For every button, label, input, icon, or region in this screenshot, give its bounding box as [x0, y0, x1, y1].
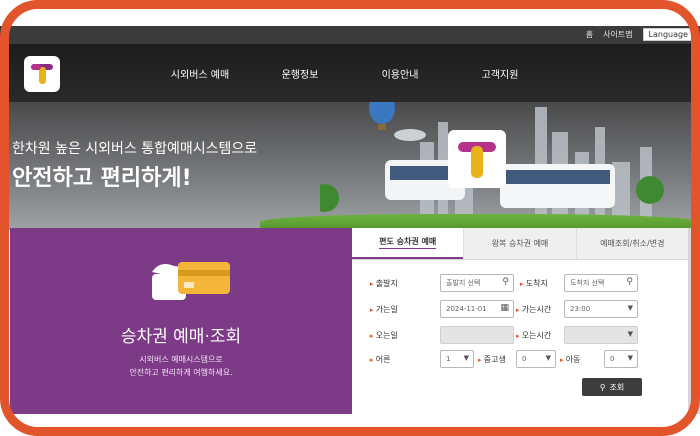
- arrival-placeholder: 도착지 선택: [570, 279, 605, 287]
- go-date-label: 가는일: [370, 304, 398, 315]
- sitemap-link[interactable]: 사이트맵: [603, 29, 632, 40]
- student-select[interactable]: 0 ▼: [516, 350, 556, 368]
- student-value: 0: [522, 355, 527, 363]
- adult-select[interactable]: 1 ▼: [440, 350, 474, 368]
- booking-tabs: 편도 승차권 예매 왕복 승차권 예매 예매조회/취소/변경: [352, 228, 688, 260]
- logo[interactable]: [24, 56, 60, 92]
- return-time-select[interactable]: ▼: [564, 326, 638, 344]
- tab-round-trip[interactable]: 왕복 승차권 예매: [463, 228, 575, 259]
- return-date-input[interactable]: [440, 326, 514, 344]
- child-select[interactable]: 0 ▼: [604, 350, 638, 368]
- go-time-label: 가는시간: [516, 304, 551, 315]
- ticket-card-icon: [152, 262, 230, 300]
- departure-placeholder: 출발지 선택: [446, 279, 481, 287]
- row-go: 가는일 2024-11-01 ▦ 가는시간 23:00 ▼: [352, 300, 688, 318]
- row-passengers: 어른 1 ▼ 중고생 0 ▼ 아동 0 ▼: [352, 350, 688, 368]
- hero-tagline: 한차원 높은 시외버스 통합예매시스템으로: [12, 141, 258, 157]
- nav-item-schedule[interactable]: 운행정보: [250, 66, 350, 81]
- chevron-down-icon: ▼: [627, 354, 633, 362]
- promo-title: 승차권 예매·조회: [120, 327, 242, 347]
- promo-subtitle-1: 시외버스 예매시스템으로: [139, 355, 223, 364]
- departure-label: 출발지: [370, 278, 398, 289]
- row-return: 오는일 오는시간 ▼: [352, 326, 688, 344]
- departure-input[interactable]: 출발지 선택 ⚲: [440, 274, 514, 292]
- promo-subtitle-2: 안전하고 편리하게 여행하세요.: [129, 368, 233, 377]
- nav-item-guide[interactable]: 이용안내: [350, 66, 450, 81]
- go-date-input[interactable]: 2024-11-01 ▦: [440, 300, 514, 318]
- promo-box: 승차권 예매·조회 시외버스 예매시스템으로 안전하고 편리하게 여행하세요.: [10, 228, 352, 414]
- search-icon: ⚲: [599, 382, 606, 392]
- nav-item-support[interactable]: 고객지원: [450, 66, 550, 81]
- language-select[interactable]: Language: [642, 28, 694, 41]
- chevron-down-icon: ▼: [627, 330, 633, 338]
- city-bus-illustration: [320, 102, 664, 222]
- search-icon: ⚲: [626, 277, 633, 287]
- child-value: 0: [610, 355, 615, 363]
- adult-value: 1: [446, 355, 451, 363]
- adult-label: 어른: [370, 354, 391, 365]
- t-logo-icon: [31, 64, 53, 84]
- tab-one-way[interactable]: 편도 승차권 예매: [352, 228, 464, 259]
- hero-banner: 한차원 높은 시외버스 통합예매시스템으로 안전하고 편리하게!: [0, 102, 700, 230]
- side-strip: [688, 228, 700, 414]
- chevron-down-icon: ▼: [545, 354, 551, 362]
- home-link[interactable]: 홈: [586, 29, 593, 40]
- arrival-label: 도착지: [520, 278, 548, 289]
- child-label: 아동: [560, 354, 581, 365]
- return-time-label: 오는시간: [516, 330, 551, 341]
- return-date-label: 오는일: [370, 330, 398, 341]
- nav-item-booking[interactable]: 시외버스 예매: [150, 66, 250, 81]
- hero-headline: 안전하고 편리하게!: [12, 166, 192, 191]
- search-icon: ⚲: [502, 277, 509, 287]
- go-date-value: 2024-11-01: [446, 305, 487, 313]
- row-route: 출발지 출발지 선택 ⚲ 도착지 도착지 선택 ⚲: [352, 274, 688, 292]
- search-button[interactable]: ⚲ 조회: [582, 378, 642, 396]
- utility-bar: 홈 사이트맵 Language: [0, 26, 700, 44]
- tab-lookup-cancel[interactable]: 예매조회/취소/변경: [575, 228, 688, 259]
- chevron-down-icon: ▼: [463, 354, 469, 362]
- search-button-label: 조회: [609, 382, 625, 392]
- arrival-input[interactable]: 도착지 선택 ⚲: [564, 274, 638, 292]
- booking-panel: 편도 승차권 예매 왕복 승차권 예매 예매조회/취소/변경 출발지 출발지 선…: [352, 228, 688, 414]
- main-nav: 시외버스 예매 운행정보 이용안내 고객지원: [0, 44, 700, 102]
- calendar-icon: ▦: [500, 303, 509, 313]
- go-time-select[interactable]: 23:00 ▼: [564, 300, 638, 318]
- student-label: 중고생: [478, 354, 506, 365]
- go-time-value: 23:00: [570, 305, 591, 313]
- chevron-down-icon: ▼: [627, 304, 633, 312]
